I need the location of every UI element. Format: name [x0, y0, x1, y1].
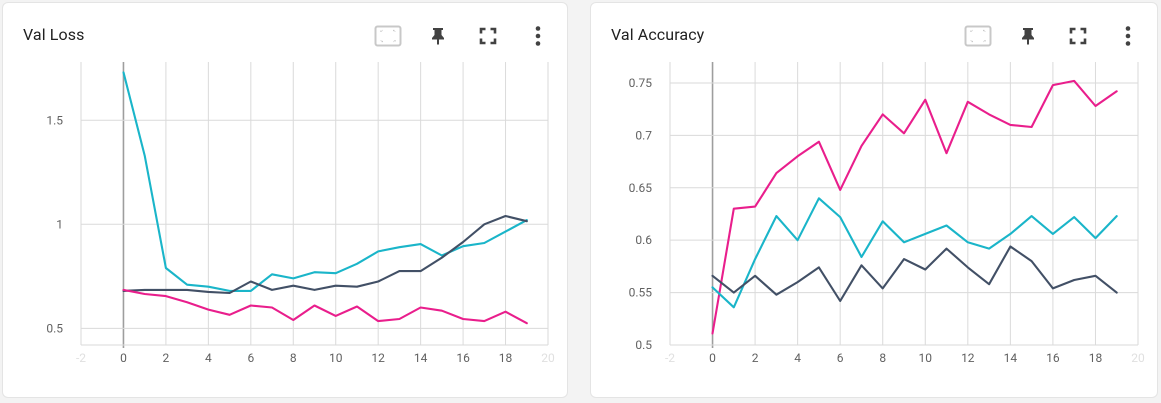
x-tick-label: 8 — [290, 351, 297, 365]
x-tick-label: 20 — [1131, 351, 1145, 365]
y-tick-label: 1 — [56, 217, 63, 231]
x-tick-label: 18 — [1089, 351, 1103, 365]
x-tick-label: 8 — [879, 351, 886, 365]
series-line-pink — [122, 288, 528, 325]
x-tick-label: 4 — [794, 351, 801, 365]
val-loss-chart: -2 0 2 4 6 8 10 12 14 16 18 20 0.5 1 1.5 — [46, 62, 555, 365]
x-tick-label: 16 — [1046, 351, 1060, 365]
y-tick-label: 1.5 — [46, 113, 63, 127]
x-tick-label: 4 — [205, 351, 212, 365]
x-tick-label: 0 — [120, 351, 127, 365]
y-tick-label: 0.7 — [635, 128, 652, 142]
val-accuracy-chart: -2 0 2 4 6 8 10 12 14 16 18 20 0.5 0.55 0.6 0.65 0.7 0.75 — [629, 62, 1145, 365]
x-tick-label: 2 — [752, 351, 759, 365]
val-loss-card: Val Loss -2 0 2 4 6 8 10 12 14 16 18 20 0.5 1 1 — [2, 2, 568, 398]
series-line-pink — [711, 79, 1118, 335]
x-tick-label: 0 — [709, 351, 716, 365]
y-tick-label: 0.5 — [635, 338, 652, 352]
x-tick-label: 14 — [414, 351, 428, 365]
val-accuracy-card: Val Accuracy -2 0 2 4 6 8 10 12 14 16 18 20 0 — [590, 2, 1158, 398]
x-tick-label: 10 — [329, 351, 343, 365]
x-tick-label: 2 — [163, 351, 170, 365]
y-tick-label: 0.55 — [629, 286, 653, 300]
x-tick-label: 12 — [371, 351, 385, 365]
x-tick-label: 18 — [499, 351, 513, 365]
x-tick-label: 6 — [247, 351, 254, 365]
x-tick-label: 10 — [919, 351, 933, 365]
x-tick-label: -2 — [76, 351, 86, 365]
x-tick-label: -2 — [665, 351, 675, 365]
y-tick-label: 0.75 — [629, 76, 653, 90]
y-tick-label: 0.6 — [635, 233, 652, 247]
series-line-cyan — [122, 71, 528, 292]
x-tick-label: 6 — [837, 351, 844, 365]
x-tick-label: 14 — [1004, 351, 1018, 365]
x-tick-label: 12 — [961, 351, 975, 365]
x-tick-label: 16 — [456, 351, 470, 365]
x-tick-label: 20 — [541, 351, 555, 365]
y-tick-label: 0.65 — [629, 181, 653, 195]
y-tick-label: 0.5 — [46, 321, 63, 335]
